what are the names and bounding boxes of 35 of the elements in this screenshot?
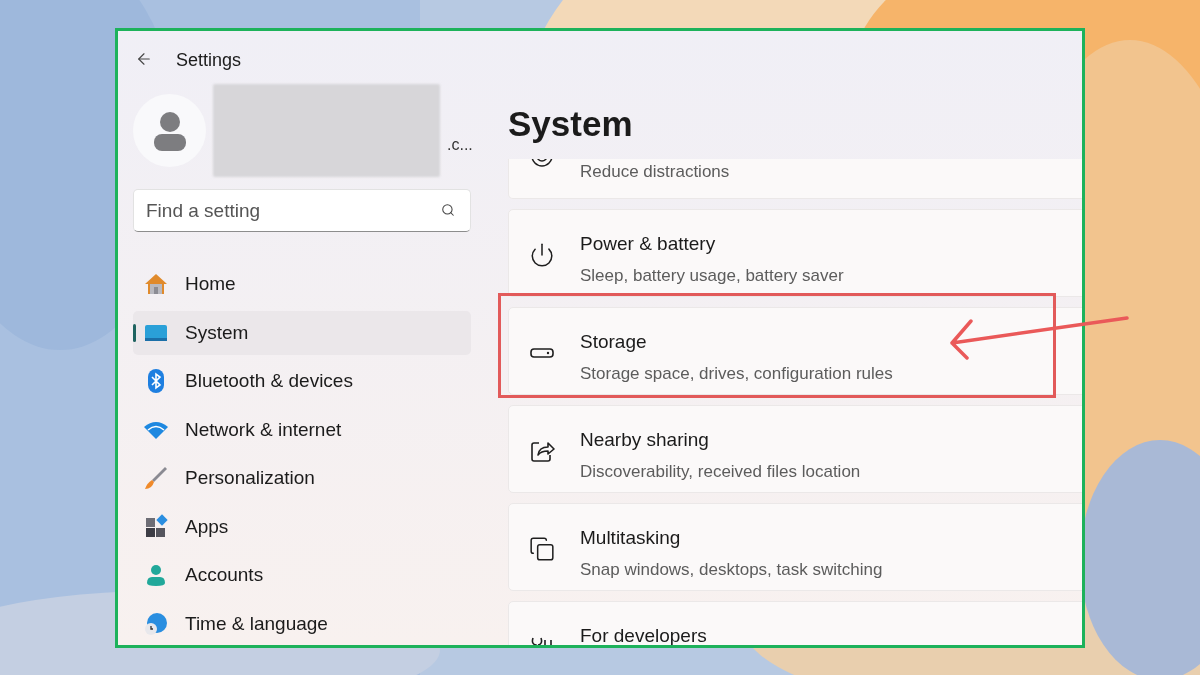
settings-card[interactable]: Storage Storage space, drives, configuration rules — [508, 307, 1082, 395]
window-title: Settings — [176, 48, 242, 72]
sidebar-item[interactable]: Time & language — [133, 601, 471, 645]
selection-indicator — [133, 323, 136, 342]
sidebar-item[interactable]: Network & internet — [133, 407, 471, 452]
card-title: Storage — [580, 330, 648, 354]
page-title: System — [508, 106, 633, 141]
sidebar-item[interactable]: Personalization — [133, 456, 471, 501]
card-description: Storage space, drives, configuration rules — [580, 362, 893, 385]
card-title: Power & battery — [580, 232, 717, 256]
apps-icon — [143, 513, 169, 540]
settings-card[interactable]: Reduce distractions — [508, 159, 1082, 199]
sidebar-item[interactable]: Apps — [133, 504, 471, 549]
sidebar-item[interactable]: Accounts — [133, 553, 471, 598]
sidebar-item[interactable]: System — [133, 310, 471, 355]
focus-icon — [529, 159, 555, 169]
settings-card[interactable]: Power & battery Sleep, battery usage, battery saver — [508, 209, 1082, 297]
sidebar-item[interactable]: Bluetooth & devices — [133, 359, 471, 404]
paintbrush-icon — [143, 465, 169, 492]
card-description: Discoverability, received files location — [580, 460, 861, 483]
search-icon — [441, 203, 455, 217]
power-icon — [529, 242, 555, 268]
sidebar-item[interactable]: Home — [133, 262, 471, 307]
card-title: Multitasking — [580, 526, 682, 550]
account-email: .c... — [447, 135, 473, 155]
settings-card[interactable]: Nearby sharing Discoverability, received files location — [508, 405, 1082, 493]
person-icon — [152, 110, 187, 151]
globe-clock-icon — [143, 610, 169, 637]
card-description: Sleep, battery usage, battery saver — [580, 264, 844, 287]
card-description: Snap windows, desktops, task switching — [580, 558, 883, 581]
search-field[interactable]: Find a setting — [133, 189, 471, 232]
windows-icon — [529, 536, 555, 562]
card-title: Nearby sharing — [580, 428, 710, 452]
settings-card[interactable]: Multitasking Snap windows, desktops, task switching — [508, 503, 1082, 591]
card-description: Reduce distractions — [580, 161, 730, 183]
